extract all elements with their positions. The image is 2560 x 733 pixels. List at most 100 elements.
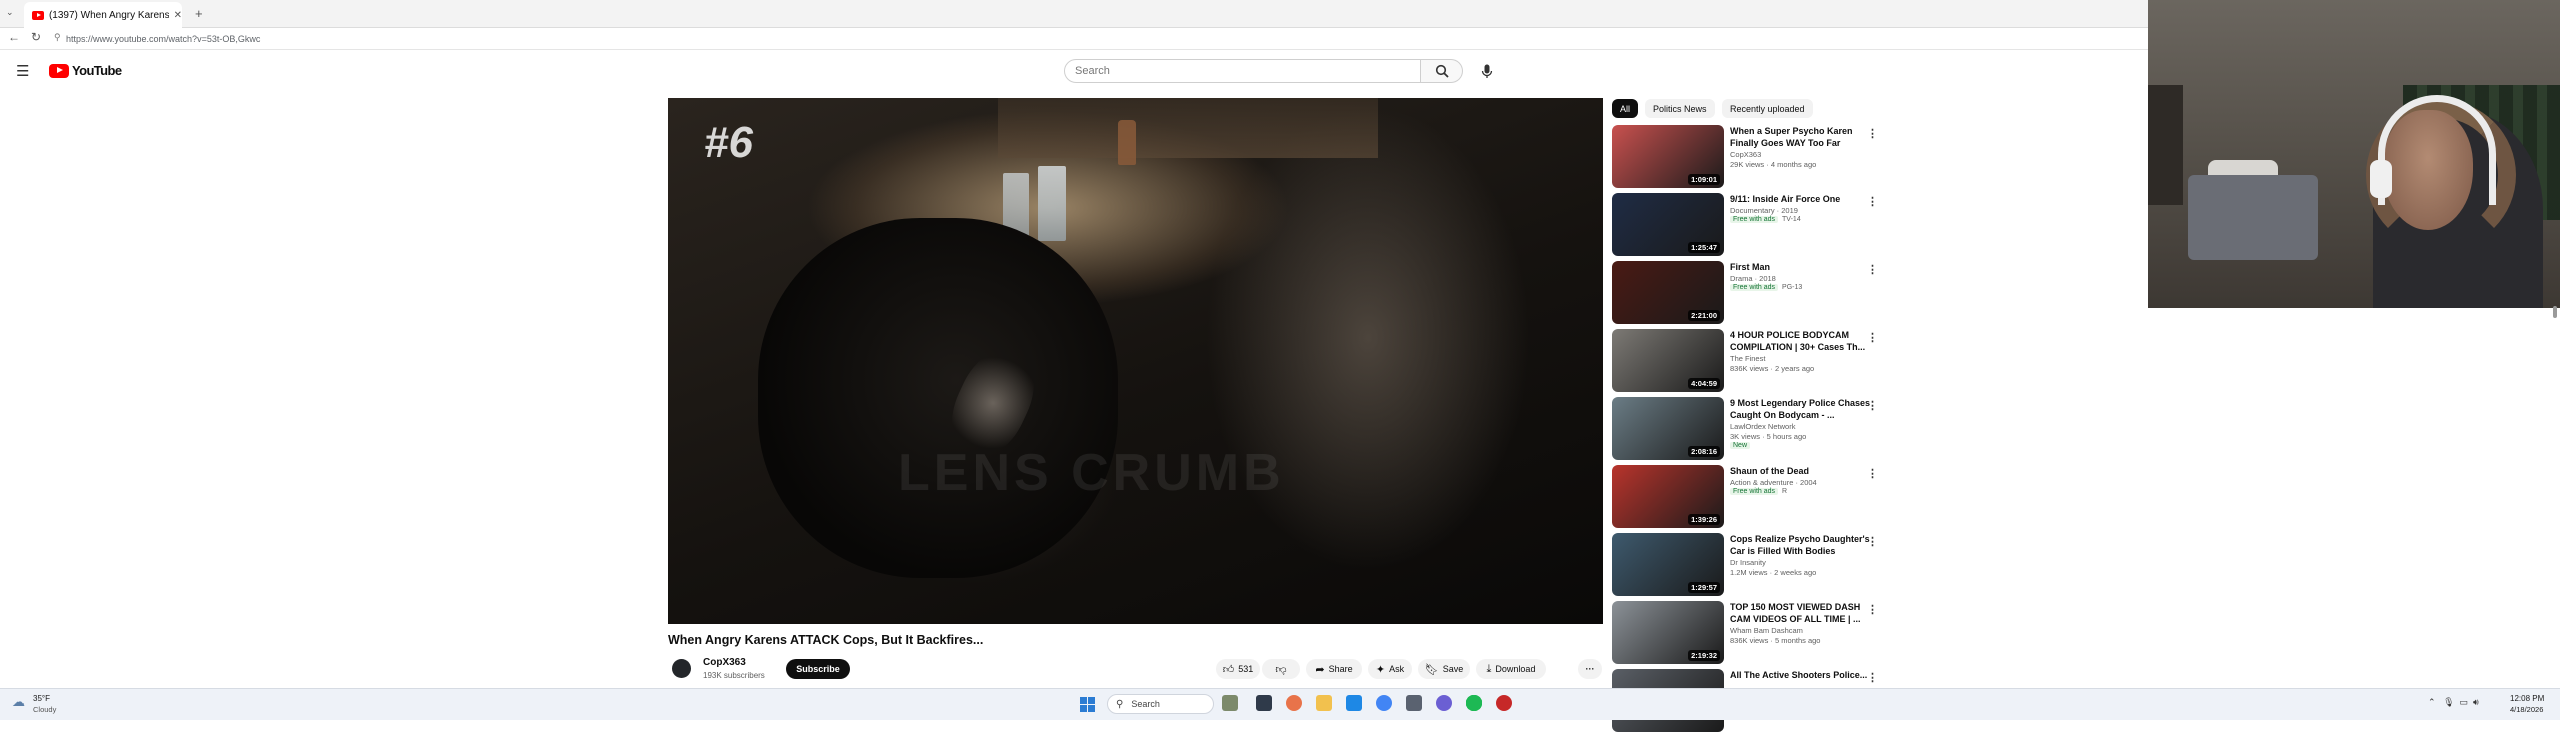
recommendation-title[interactable]: Cops Realize Psycho Daughter's Car is Fi… <box>1730 533 1878 557</box>
recommendation-title[interactable]: First Man <box>1730 261 1878 273</box>
url-field[interactable]: https://www.youtube.com/watch?v=53t-OB,G… <box>66 31 1666 47</box>
dislike-button[interactable]: 👎︎ <box>1262 659 1300 679</box>
voice-search-button[interactable] <box>1474 59 1500 83</box>
bookmark-icon: 🔖︎ <box>1424 663 1439 676</box>
new-tab-icon[interactable]: + <box>195 6 203 21</box>
recommendation-channel[interactable]: CopX363 <box>1730 150 1761 159</box>
page-scrollbar[interactable] <box>2553 306 2557 318</box>
recommendation-item[interactable]: 2:19:32 TOP 150 MOST VIEWED DASH CAM VIDE… <box>1612 601 1892 665</box>
recommendation-badges: Free with ads R <box>1730 488 1787 495</box>
recommendation-title[interactable]: 9/11: Inside Air Force One <box>1730 193 1878 205</box>
search-input[interactable]: Search <box>1064 59 1421 83</box>
more-options-icon[interactable]: ⋮ <box>1867 399 1878 412</box>
channel-name[interactable]: CopX363 <box>703 657 746 668</box>
recommendation-thumbnail[interactable]: 1:29:57 <box>1612 533 1724 596</box>
webcam-overlay <box>2148 0 2560 308</box>
weather-cloud-icon[interactable]: ☁ <box>12 694 25 710</box>
taskbar-app-recorder-icon[interactable] <box>1496 695 1512 711</box>
recommendation-badges: Free with ads TV-14 <box>1730 216 1801 223</box>
more-options-icon[interactable]: ⋮ <box>1867 263 1878 276</box>
more-options-icon[interactable]: ⋮ <box>1867 603 1878 616</box>
clock-date[interactable]: 4/18/2026 <box>2510 705 2543 714</box>
recommendation-channel[interactable]: Wham Bam Dashcam <box>1730 626 1803 635</box>
more-options-icon[interactable]: ⋮ <box>1867 467 1878 480</box>
more-options-icon[interactable]: ⋮ <box>1867 535 1878 548</box>
recommendation-channel[interactable]: Dr Insanity <box>1730 558 1766 567</box>
guide-menu-icon[interactable]: ☰ <box>16 62 29 80</box>
chip-recently-uploaded[interactable]: Recently uploaded <box>1722 99 1813 118</box>
recommendation-thumbnail[interactable]: 1:09:01 <box>1612 125 1724 188</box>
recommendation-title[interactable]: TOP 150 MOST VIEWED DASH CAM VIDEOS OF A… <box>1730 601 1878 625</box>
tab-close-icon[interactable]: ✕ <box>174 10 182 21</box>
recommendation-channel[interactable]: LawlOrdex Network <box>1730 422 1795 431</box>
chevron-up-icon[interactable]: ⌃ <box>2428 697 2436 707</box>
browser-tab[interactable]: (1397) When Angry Karens A ✕ <box>24 2 182 28</box>
recommendation-channel[interactable]: The Finest <box>1730 354 1765 363</box>
recommendation-thumbnail[interactable]: 2:08:16 <box>1612 397 1724 460</box>
recommendation-title[interactable]: 4 HOUR POLICE BODYCAM COMPILATION | 30+ … <box>1730 329 1878 353</box>
recommendation-channel[interactable]: Action & adventure · 2004 <box>1730 478 1817 487</box>
taskbar-search[interactable]: ⚲ Search <box>1107 694 1214 714</box>
microphone-icon <box>1481 64 1493 78</box>
network-icon[interactable]: ▭ <box>2460 697 2469 707</box>
share-button[interactable]: ➦ Share <box>1306 659 1362 679</box>
volume-icon[interactable]: 🔊︎ <box>2473 697 2479 707</box>
recommendation-channel[interactable]: Documentary · 2019 <box>1730 206 1798 215</box>
headset-icon <box>2378 95 2496 205</box>
chip-all[interactable]: All <box>1612 99 1639 118</box>
ask-button[interactable]: ✦ Ask <box>1368 659 1412 679</box>
tab-list-chevron-icon[interactable]: ⌄ <box>6 7 14 18</box>
youtube-logo[interactable]: YouTube <box>49 63 122 78</box>
more-options-icon[interactable]: ⋮ <box>1867 195 1878 208</box>
recommendation-item[interactable]: 1:29:57 Cops Realize Psycho Daughter's Ca… <box>1612 533 1892 597</box>
recommendation-item[interactable]: 1:09:01 When a Super Psycho Karen Finally… <box>1612 125 1892 189</box>
duration-badge: 2:19:32 <box>1688 650 1720 661</box>
recommendation-channel[interactable]: Drama · 2018 <box>1730 274 1776 283</box>
taskbar-app-terminal-icon[interactable] <box>1256 695 1272 711</box>
recommendation-title[interactable]: When a Super Psycho Karen Finally Goes W… <box>1730 125 1878 149</box>
download-button[interactable]: ⤓ Download <box>1476 659 1546 679</box>
recommendation-thumbnail[interactable]: 4:04:59 <box>1612 329 1724 392</box>
taskbar-app-firefox-icon[interactable] <box>1286 695 1302 711</box>
logo-text: YouTube <box>72 63 122 78</box>
windows-start-icon[interactable] <box>1080 697 1095 712</box>
reload-icon[interactable]: ↻ <box>31 30 41 44</box>
site-info-icon[interactable]: ⚲ <box>54 32 61 43</box>
taskbar-app-store-icon[interactable] <box>1346 695 1362 711</box>
like-button[interactable]: 👍︎ 531 <box>1216 659 1260 679</box>
save-button[interactable]: 🔖︎ Save <box>1418 659 1470 679</box>
taskbar-app-chrome-icon[interactable] <box>1376 695 1392 711</box>
recommendation-title[interactable]: 9 Most Legendary Police Chases Caught On… <box>1730 397 1878 421</box>
recommendation-thumbnail[interactable]: 1:39:26 <box>1612 465 1724 528</box>
taskbar-app-photo-icon[interactable] <box>1222 695 1238 711</box>
more-actions-button[interactable]: ··· <box>1578 659 1602 679</box>
system-tray[interactable]: ⌃ 🎙︎ ▭ 🔊︎ <box>2428 697 2479 708</box>
search-button[interactable] <box>1421 59 1463 83</box>
more-options-icon[interactable]: ⋮ <box>1867 127 1878 140</box>
channel-avatar[interactable] <box>672 659 691 678</box>
subscribe-button[interactable]: Subscribe <box>786 659 850 679</box>
recommendation-item[interactable]: 4:04:59 4 HOUR POLICE BODYCAM COMPILATION… <box>1612 329 1892 393</box>
taskbar-app-spotify-icon[interactable] <box>1466 695 1482 711</box>
recommendation-item[interactable]: 2:08:16 9 Most Legendary Police Chases Ca… <box>1612 397 1892 461</box>
recommendation-item[interactable]: 1:39:26 Shaun of the Dead Action & adventu… <box>1612 465 1892 529</box>
video-player[interactable]: LENS CRUMB #6 <box>668 98 1603 624</box>
more-options-icon[interactable]: ⋮ <box>1867 331 1878 344</box>
recommendation-item[interactable]: 2:21:00 First Man Drama · 2018 Free with ad… <box>1612 261 1892 325</box>
taskbar-app-files-icon[interactable] <box>1316 695 1332 711</box>
duration-badge: 1:39:26 <box>1688 514 1720 525</box>
recommendation-thumbnail[interactable]: 1:25:47 <box>1612 193 1724 256</box>
taskbar-app-discord-icon[interactable] <box>1436 695 1452 711</box>
recommendation-title[interactable]: Shaun of the Dead <box>1730 465 1878 477</box>
duration-badge: 1:29:57 <box>1688 582 1720 593</box>
taskbar-app-window-icon[interactable] <box>1406 695 1422 711</box>
microphone-tray-icon[interactable]: 🎙︎ <box>2443 697 2454 707</box>
recommendation-thumbnail[interactable]: 2:21:00 <box>1612 261 1724 324</box>
more-options-icon[interactable]: ⋮ <box>1867 671 1878 684</box>
clock-time[interactable]: 12:08 PM <box>2510 694 2544 703</box>
recommendation-thumbnail[interactable]: 2:19:32 <box>1612 601 1724 664</box>
back-icon[interactable]: ← <box>8 30 20 44</box>
recommendation-title[interactable]: All The Active Shooters Police... <box>1730 669 1878 681</box>
chip-politics-news[interactable]: Politics News <box>1645 99 1715 118</box>
recommendation-item[interactable]: 1:25:47 9/11: Inside Air Force One Documen… <box>1612 193 1892 257</box>
